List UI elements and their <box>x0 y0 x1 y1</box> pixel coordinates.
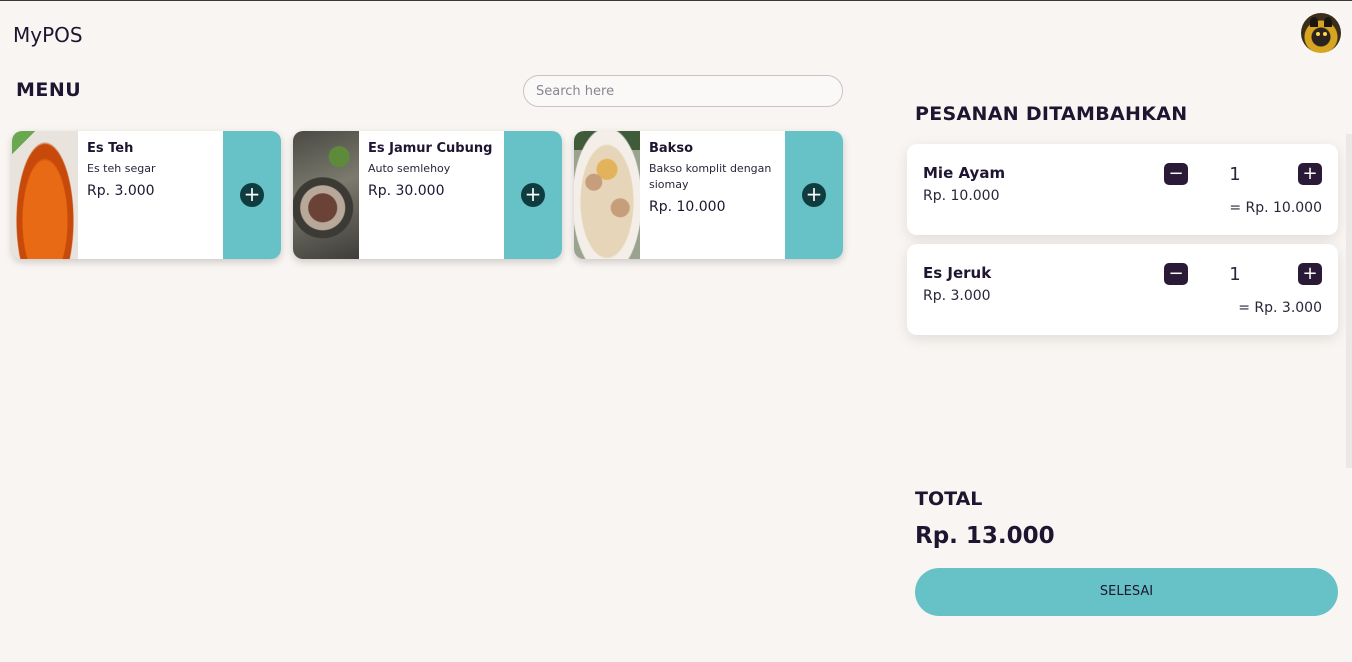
add-to-order-icon[interactable]: + <box>802 183 826 207</box>
add-to-order-icon[interactable]: + <box>240 183 264 207</box>
menu-item-image <box>12 131 78 259</box>
menu-card-es-teh: Es Teh Es teh segar Rp. 3.000 + <box>12 131 281 259</box>
search-input[interactable] <box>523 75 843 107</box>
menu-item-price: Rp. 30.000 <box>368 183 445 199</box>
add-to-order-icon[interactable]: + <box>521 183 545 207</box>
order-item-name: Mie Ayam <box>923 164 1006 182</box>
order-item-subtotal: = Rp. 10.000 <box>1229 200 1322 216</box>
avatar-ear-right <box>1324 17 1332 27</box>
add-area[interactable]: + <box>504 131 562 259</box>
orders-scrollbar[interactable] <box>1346 134 1352 468</box>
order-item-quantity: 1 <box>1229 164 1241 185</box>
increase-quantity-button[interactable]: + <box>1298 163 1322 185</box>
avatar-ear-left <box>1310 17 1318 27</box>
total-label: TOTAL <box>915 488 983 510</box>
menu-card-bakso: Bakso Bakso komplit dengan siomay Rp. 10… <box>574 131 843 259</box>
menu-card-es-jamur-cubung: Es Jamur Cubung Auto semlehoy Rp. 30.000… <box>293 131 562 259</box>
menu-item-info: Es Jamur Cubung Auto semlehoy Rp. 30.000 <box>368 141 508 199</box>
user-avatar[interactable] <box>1301 13 1341 53</box>
menu-item-description: Es teh segar <box>87 162 156 175</box>
menu-title: MENU <box>16 79 82 101</box>
menu-item-description: Auto semlehoy <box>368 162 451 175</box>
avatar-eye-left <box>1316 32 1320 36</box>
menu-item-info: Es Teh Es teh segar Rp. 3.000 <box>87 141 227 199</box>
menu-item-name: Es Teh <box>87 141 134 156</box>
order-item-name: Es Jeruk <box>923 264 992 282</box>
order-item-price: Rp. 10.000 <box>923 188 1000 204</box>
finish-button[interactable]: SELESAI <box>915 568 1338 616</box>
menu-item-name: Es Jamur Cubung <box>368 141 493 156</box>
add-area[interactable]: + <box>785 131 843 259</box>
avatar-eye-right <box>1323 32 1327 36</box>
menu-item-image <box>293 131 359 259</box>
order-item-mie-ayam: Mie Ayam Rp. 10.000 − 1 + = Rp. 10.000 <box>907 144 1338 235</box>
order-item-quantity: 1 <box>1229 264 1241 285</box>
increase-quantity-button[interactable]: + <box>1298 263 1322 285</box>
decrease-quantity-button[interactable]: − <box>1164 163 1188 185</box>
menu-item-name: Bakso <box>649 141 693 156</box>
total-value: Rp. 13.000 <box>915 523 1055 549</box>
menu-item-price: Rp. 3.000 <box>87 183 155 199</box>
order-item-price: Rp. 3.000 <box>923 288 991 304</box>
menu-item-price: Rp. 10.000 <box>649 199 726 215</box>
orders-title: PESANAN DITAMBAHKAN <box>915 103 1188 125</box>
order-item-subtotal: = Rp. 3.000 <box>1238 300 1322 316</box>
menu-item-description: Bakso komplit dengan siomay <box>649 162 772 191</box>
order-item-es-jeruk: Es Jeruk Rp. 3.000 − 1 + = Rp. 3.000 <box>907 244 1338 335</box>
menu-item-info: Bakso Bakso komplit dengan siomay Rp. 10… <box>649 141 789 215</box>
decrease-quantity-button[interactable]: − <box>1164 263 1188 285</box>
app-title: MyPOS <box>13 23 83 47</box>
menu-item-image <box>574 131 640 259</box>
add-area[interactable]: + <box>223 131 281 259</box>
